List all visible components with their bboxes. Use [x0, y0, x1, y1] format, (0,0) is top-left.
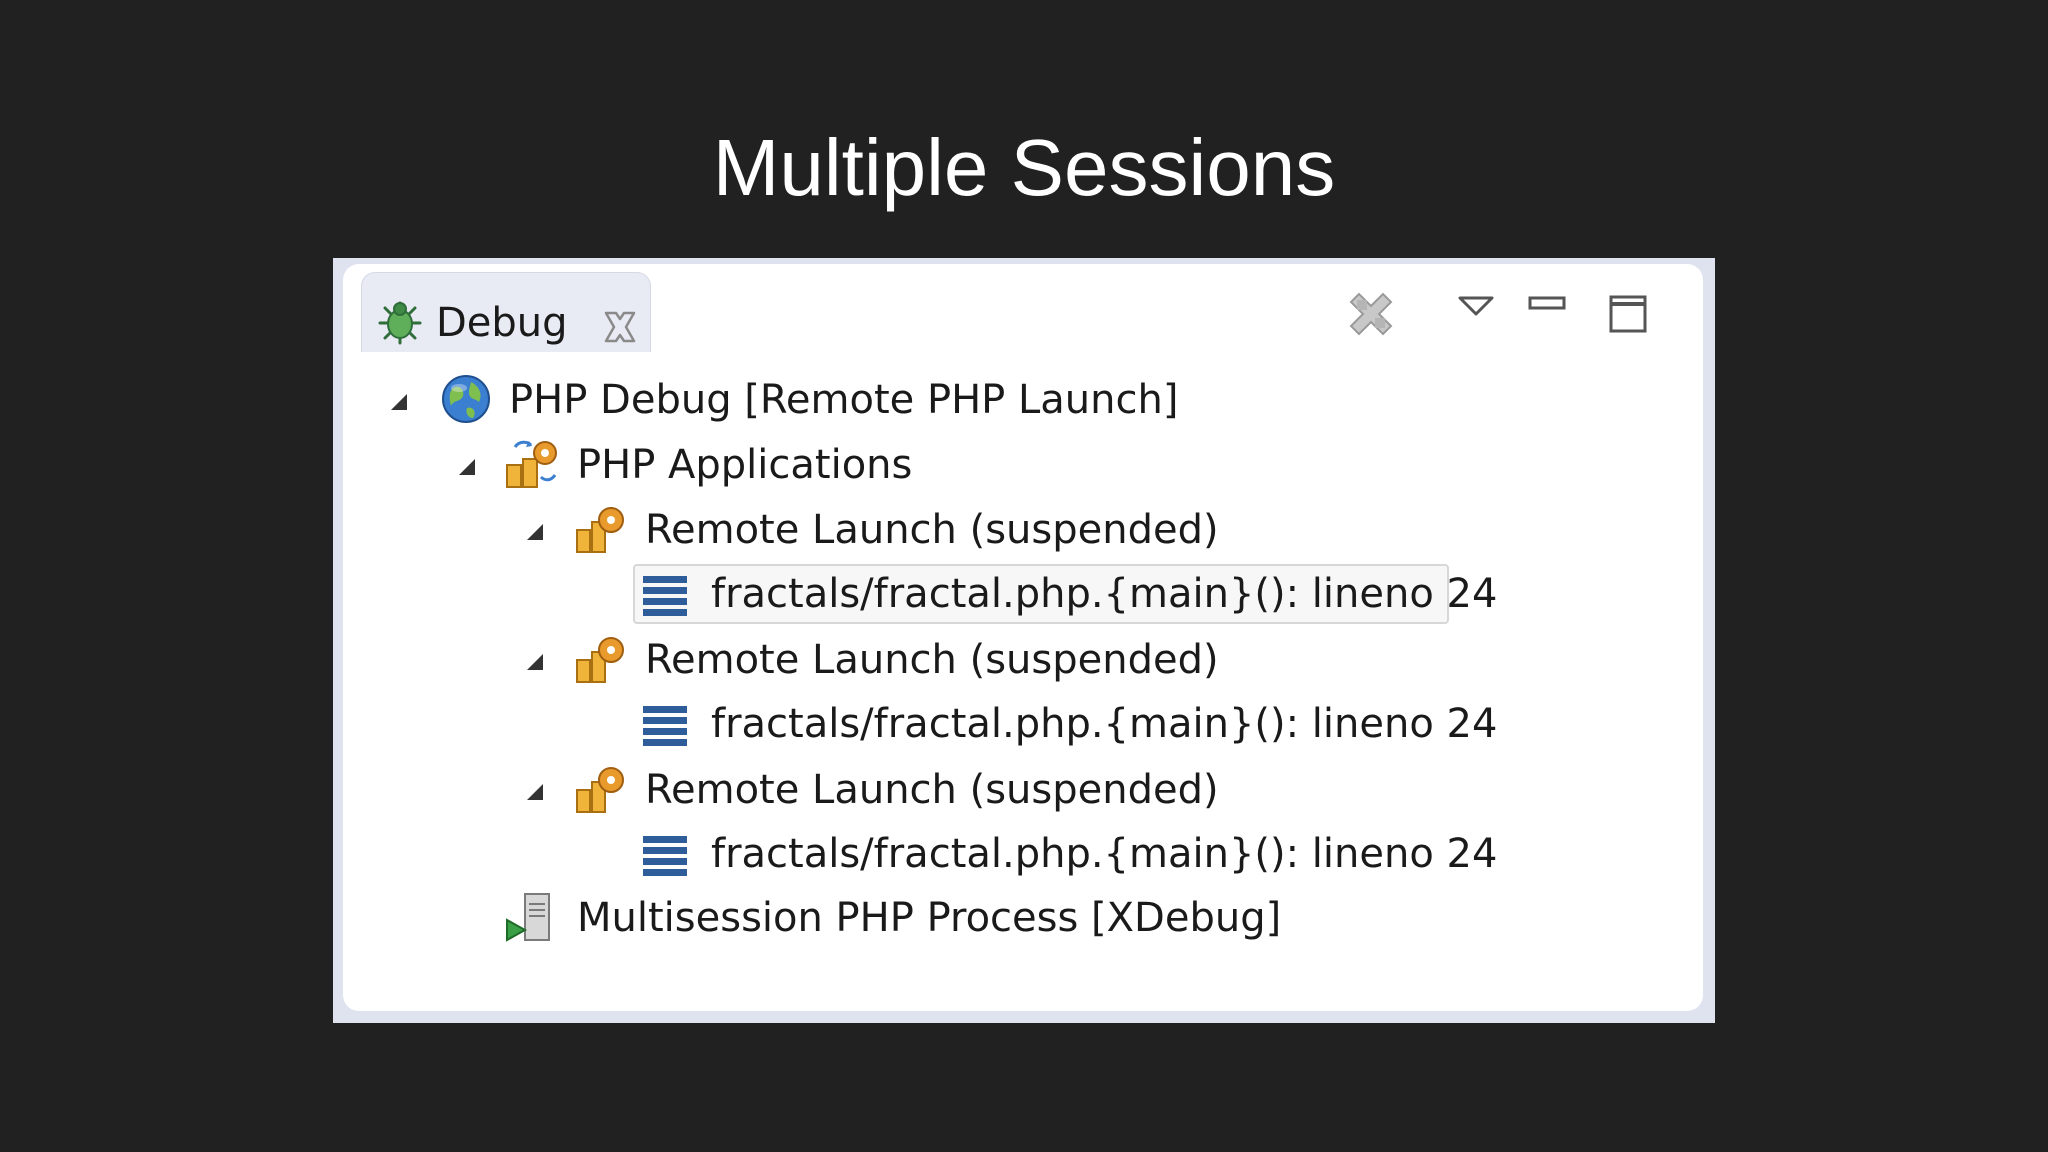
stack-frame-icon: [643, 836, 687, 876]
view-menu-icon[interactable]: [1456, 292, 1496, 322]
tree-item-label: Remote Launch (suspended): [645, 767, 1219, 813]
expanded-triangle-icon[interactable]: [455, 455, 477, 477]
expanded-triangle-icon[interactable]: [523, 650, 545, 672]
tree-item-session[interactable]: Remote Launch (suspended): [343, 630, 1543, 690]
expanded-triangle-icon[interactable]: [523, 780, 545, 802]
tree-item-launch[interactable]: PHP Debug [Remote PHP Launch]: [343, 370, 1543, 430]
tree-item-label: Multisession PHP Process [XDebug]: [577, 895, 1282, 941]
expanded-triangle-icon[interactable]: [387, 390, 409, 412]
debug-view-frame: Debug PHP Debug [Remote PHP Launch] PHP …: [333, 258, 1715, 1023]
stack-frame-icon: [643, 706, 687, 746]
slide-title: Multiple Sessions: [712, 123, 1336, 212]
tree-item-label: Remote Launch (suspended): [645, 507, 1219, 553]
tree-item-label: PHP Applications: [577, 442, 913, 488]
tree-item-stack-frame[interactable]: fractals/fractal.php.{main}(): lineno 24: [343, 694, 1543, 754]
tab-debug[interactable]: Debug: [361, 272, 651, 352]
tree-item-applications[interactable]: PHP Applications: [343, 435, 1543, 495]
tree-item-stack-frame[interactable]: fractals/fractal.php.{main}(): lineno 24: [343, 564, 1543, 624]
stack-frame-icon: [643, 576, 687, 616]
php-applications-icon: [506, 440, 557, 488]
process-icon: [506, 893, 550, 942]
debug-view: Debug PHP Debug [Remote PHP Launch] PHP …: [343, 264, 1703, 1011]
tree-item-label: Remote Launch (suspended): [645, 637, 1219, 683]
tree-item-label: fractals/fractal.php.{main}(): lineno 24: [711, 571, 1498, 617]
close-icon[interactable]: [600, 307, 640, 347]
tree-item-session[interactable]: Remote Launch (suspended): [343, 500, 1543, 560]
minimize-icon[interactable]: [1527, 292, 1567, 316]
remove-all-terminated-icon[interactable]: [1341, 284, 1401, 344]
globe-icon: [442, 375, 490, 423]
expanded-triangle-icon[interactable]: [523, 520, 545, 542]
slide: Multiple Sessions Debug PHP Debug [Remot…: [0, 0, 2048, 1152]
remote-launch-icon: [576, 767, 624, 813]
tab-label: Debug: [436, 300, 568, 346]
tree-item-label: fractals/fractal.php.{main}(): lineno 24: [711, 831, 1498, 877]
tree-item-session[interactable]: Remote Launch (suspended): [343, 760, 1543, 820]
maximize-icon[interactable]: [1608, 294, 1648, 334]
remote-launch-icon: [576, 507, 624, 553]
remote-launch-icon: [576, 637, 624, 683]
bug-icon: [378, 301, 422, 345]
tree-item-label: fractals/fractal.php.{main}(): lineno 24: [711, 701, 1498, 747]
tree-item-label: PHP Debug [Remote PHP Launch]: [509, 377, 1179, 423]
tree-item-stack-frame[interactable]: fractals/fractal.php.{main}(): lineno 24: [343, 824, 1543, 884]
tree-item-process[interactable]: Multisession PHP Process [XDebug]: [343, 888, 1543, 948]
